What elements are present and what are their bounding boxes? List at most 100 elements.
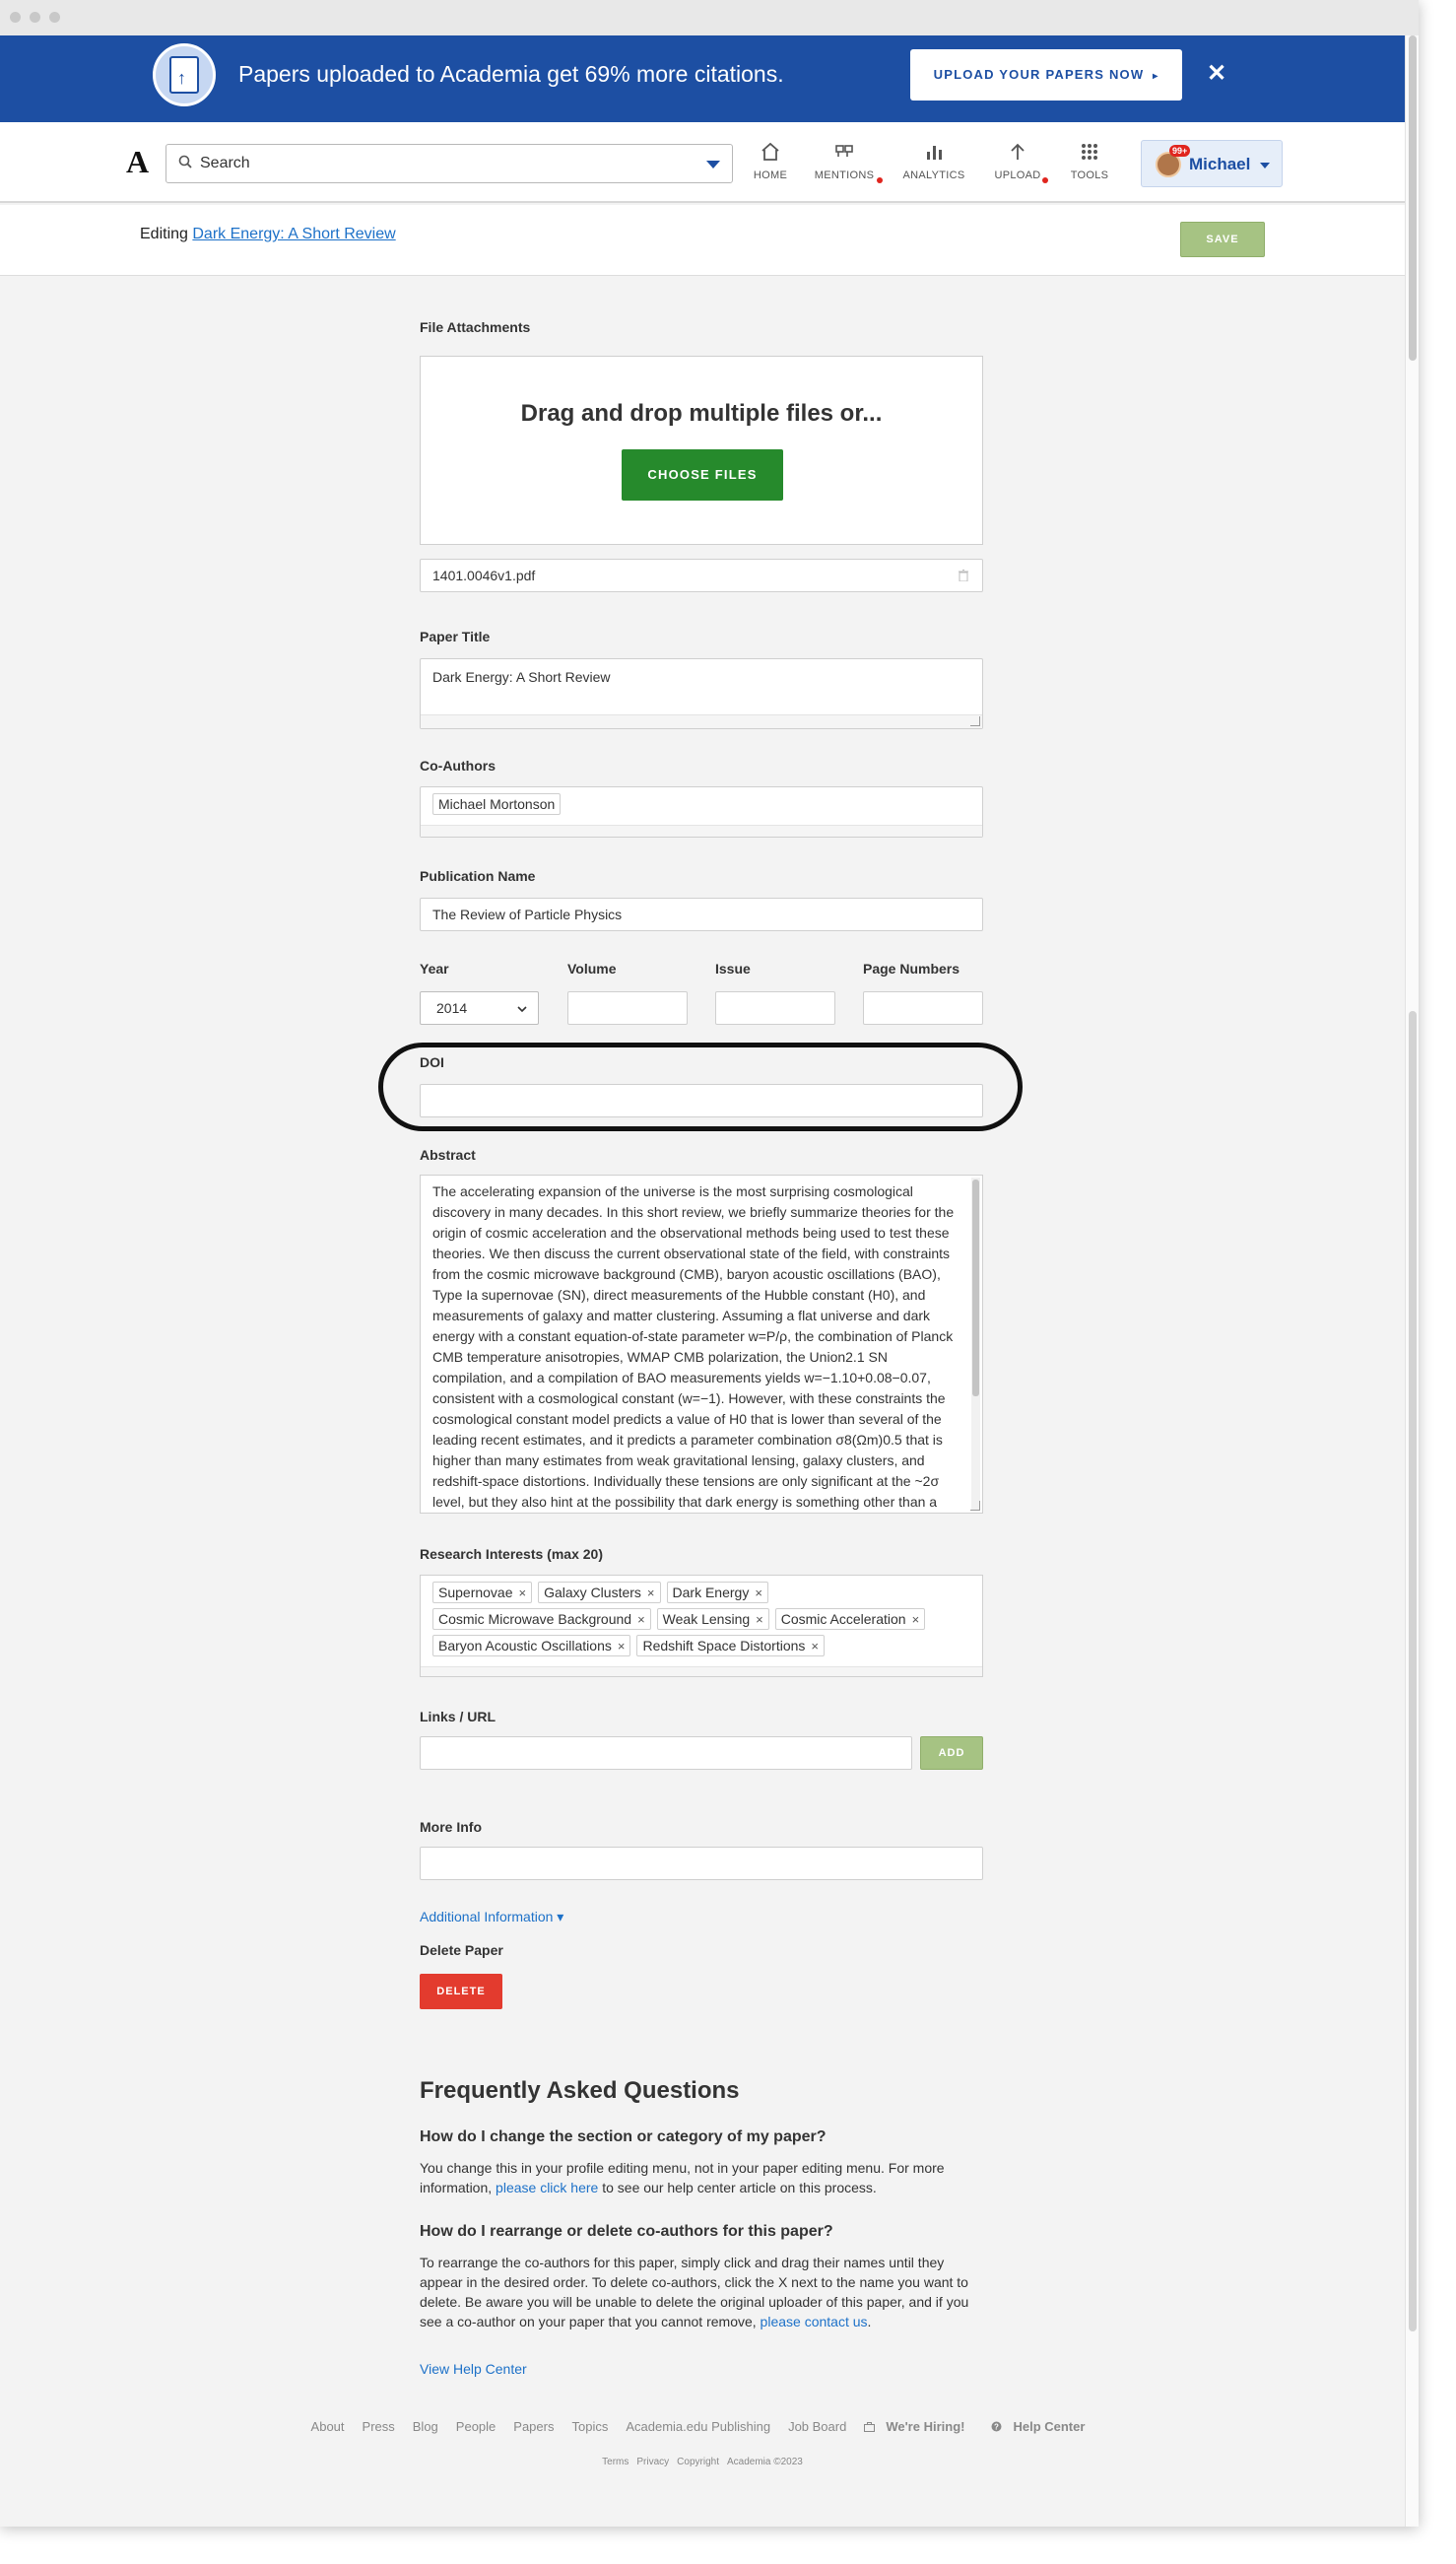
remove-icon[interactable]: × [618, 1639, 626, 1653]
delete-button[interactable]: DELETE [420, 1974, 502, 2009]
faq-answer-text: . [867, 2314, 872, 2329]
resize-handle-icon[interactable] [970, 1501, 980, 1511]
footer-help-link[interactable]: ? Help Center [991, 2419, 1093, 2434]
issue-input[interactable] [715, 991, 835, 1025]
add-link-button[interactable]: ADD [920, 1736, 983, 1770]
edit-header: Editing Dark Energy: A Short Review SAVE [0, 205, 1405, 276]
abstract-text: The accelerating expansion of the univer… [432, 1183, 955, 1510]
file-dropzone[interactable]: Drag and drop multiple files or... CHOOS… [420, 356, 983, 545]
footer-legal-link[interactable]: Copyright [677, 2457, 719, 2467]
footer-hiring-link[interactable]: We're Hiring! [864, 2419, 973, 2434]
remove-icon[interactable]: × [756, 1612, 763, 1627]
window-zoom-dot[interactable] [49, 12, 60, 23]
contact-us-link[interactable]: please contact us [761, 2314, 868, 2329]
scrollbar-thumb[interactable] [1409, 1011, 1417, 2331]
help-article-link[interactable]: please click here [496, 2180, 598, 2195]
browser-window: ↑ Papers uploaded to Academia get 69% mo… [0, 0, 1419, 2527]
more-info-input[interactable] [420, 1847, 983, 1880]
faq-answer-text: To rearrange the co-authors for this pap… [420, 2255, 969, 2329]
paper-title-value: Dark Energy: A Short Review [432, 669, 611, 685]
editing-title: Editing Dark Energy: A Short Review [140, 226, 396, 243]
scrollbar-thumb[interactable] [1409, 35, 1417, 361]
footer-legal: Terms Privacy Copyright Academia ©2023 [0, 2457, 1405, 2467]
doi-input[interactable] [420, 1084, 983, 1117]
links-input[interactable] [420, 1736, 912, 1770]
co-author-tag[interactable]: Michael Mortonson [432, 793, 562, 815]
interest-tag[interactable]: Redshift Space Distortions × [636, 1635, 826, 1656]
nav-upload[interactable]: UPLOAD [993, 140, 1048, 183]
page-scrollbar[interactable] [1405, 35, 1419, 2527]
upload-papers-button[interactable]: UPLOAD YOUR PAPERS NOW ▸ [910, 49, 1182, 101]
footer-link[interactable]: Blog [413, 2419, 438, 2434]
notification-badge: 99+ [1169, 145, 1191, 157]
year-value: 2014 [436, 1000, 468, 1016]
footer-link[interactable]: Job Board [788, 2419, 846, 2434]
co-authors-field[interactable]: Michael Mortonson [420, 786, 983, 838]
abstract-textarea[interactable]: The accelerating expansion of the univer… [420, 1175, 983, 1514]
window-close-dot[interactable] [10, 12, 21, 23]
user-name: Michael [1189, 155, 1251, 173]
interest-tag[interactable]: Cosmic Microwave Background × [432, 1608, 651, 1630]
faq-answer: To rearrange the co-authors for this pap… [420, 2253, 985, 2331]
remove-icon[interactable]: × [637, 1612, 645, 1627]
faq-question: How do I change the section or category … [420, 2128, 827, 2145]
nav-home[interactable]: HOME [749, 140, 792, 181]
close-icon[interactable]: ✕ [1207, 59, 1226, 88]
remove-icon[interactable]: × [912, 1612, 920, 1627]
briefcase-icon [864, 2422, 876, 2432]
notification-dot [877, 177, 883, 183]
footer-link[interactable]: Papers [513, 2419, 554, 2434]
interest-tag-label: Galaxy Clusters [544, 1585, 641, 1600]
interest-tag[interactable]: Dark Energy × [666, 1582, 768, 1603]
year-select[interactable]: 2014 [420, 991, 539, 1025]
paper-title-link[interactable]: Dark Energy: A Short Review [192, 226, 395, 242]
search-input[interactable]: Search [165, 144, 733, 183]
interest-tag[interactable]: Baryon Acoustic Oscillations × [432, 1635, 631, 1656]
nav-mentions[interactable]: MENTIONS [812, 140, 883, 183]
paper-title-label: Paper Title [420, 629, 491, 644]
nav-tools[interactable]: TOOLS [1068, 140, 1111, 181]
chevron-down-icon [1260, 163, 1270, 169]
doi-label: DOI [420, 1054, 444, 1070]
trash-icon[interactable] [959, 570, 968, 581]
search-dropdown-caret-icon[interactable] [706, 161, 720, 169]
remove-icon[interactable]: × [755, 1586, 762, 1600]
footer-link[interactable]: People [456, 2419, 496, 2434]
academia-logo[interactable]: A [126, 144, 149, 180]
footer-link[interactable]: About [311, 2419, 345, 2434]
interest-tag[interactable]: Galaxy Clusters × [538, 1582, 661, 1603]
footer-link[interactable]: Press [363, 2419, 395, 2434]
paper-title-field[interactable]: Dark Energy: A Short Review [420, 658, 983, 729]
abstract-scrollbar[interactable] [971, 1178, 980, 1511]
interest-tag-label: Supernovae [438, 1585, 513, 1600]
svg-text:?: ? [995, 2423, 1000, 2432]
remove-icon[interactable]: × [811, 1639, 819, 1653]
interest-tag[interactable]: Weak Lensing × [656, 1608, 769, 1630]
help-circle-icon: ? [991, 2421, 1002, 2432]
view-help-center-link[interactable]: View Help Center [420, 2361, 527, 2377]
volume-label: Volume [567, 961, 617, 977]
user-menu-button[interactable]: 99+ Michael [1141, 140, 1283, 187]
page-numbers-input[interactable] [863, 991, 983, 1025]
volume-input[interactable] [567, 991, 688, 1025]
remove-icon[interactable]: × [519, 1586, 527, 1600]
footer-copyright: Academia ©2023 [726, 2457, 803, 2467]
nav-analytics-label: ANALYTICS [902, 169, 965, 181]
footer-legal-link[interactable]: Privacy [636, 2457, 669, 2467]
remove-icon[interactable]: × [647, 1586, 655, 1600]
additional-information-toggle[interactable]: Additional Information ▾ [420, 1909, 563, 1925]
footer-link[interactable]: Topics [571, 2419, 608, 2434]
nav-analytics[interactable]: ANALYTICS [900, 140, 967, 181]
interest-tag[interactable]: Supernovae × [432, 1582, 533, 1603]
window-minimize-dot[interactable] [30, 12, 40, 23]
publication-name-field[interactable]: The Review of Particle Physics [420, 898, 983, 931]
resize-handle-icon[interactable] [970, 716, 980, 726]
footer-legal-link[interactable]: Terms [602, 2457, 629, 2467]
save-button[interactable]: SAVE [1180, 222, 1265, 257]
footer-link[interactable]: Academia.edu Publishing [626, 2419, 770, 2434]
page-numbers-label: Page Numbers [863, 961, 960, 977]
research-interests-field[interactable]: Supernovae × Galaxy Clusters × Dark Energy × … [420, 1575, 983, 1677]
choose-files-button[interactable]: CHOOSE FILES [622, 449, 783, 501]
more-info-label: More Info [420, 1819, 482, 1835]
interest-tag[interactable]: Cosmic Acceleration × [774, 1608, 926, 1630]
